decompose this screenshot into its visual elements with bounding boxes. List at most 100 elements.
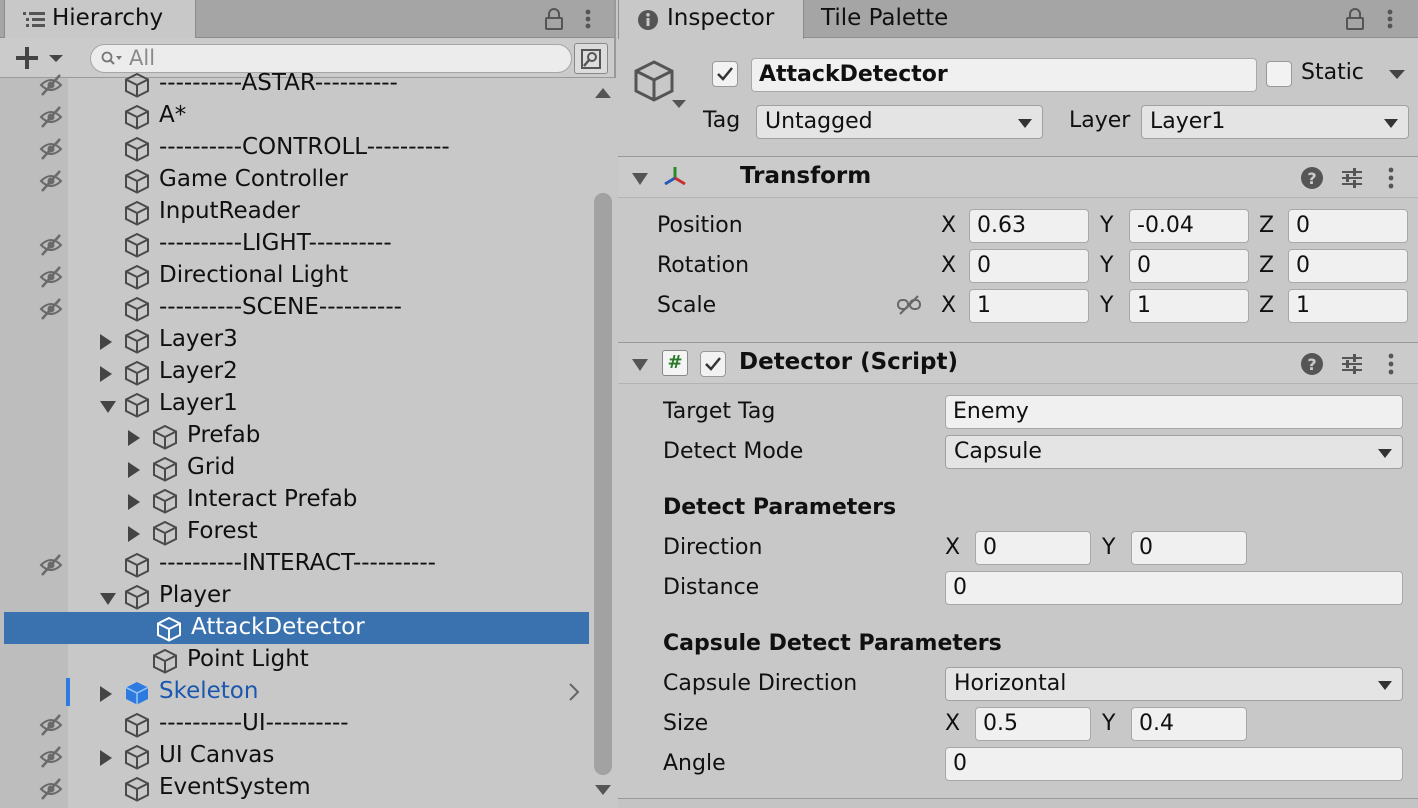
- foldout-collapsed-icon[interactable]: [128, 526, 140, 542]
- tab-tile-palette[interactable]: Tile Palette: [804, 0, 964, 38]
- rotation-y-field[interactable]: 0: [1129, 249, 1249, 283]
- size-y-field[interactable]: 0.4: [1131, 707, 1247, 741]
- hierarchy-row[interactable]: Prefab: [0, 420, 590, 452]
- hidden-eye-icon[interactable]: [38, 744, 64, 770]
- rotation-z-field[interactable]: 0: [1288, 249, 1408, 283]
- foldout-collapsed-icon[interactable]: [128, 462, 140, 478]
- hierarchy-row[interactable]: Game Controller: [0, 164, 590, 196]
- capsule-direction-dropdown[interactable]: Horizontal: [945, 667, 1403, 701]
- foldout-expanded-icon[interactable]: [100, 401, 116, 413]
- checkmark-icon: [717, 67, 733, 81]
- transform-icon: [664, 167, 686, 186]
- more-options-icon[interactable]: [580, 8, 596, 30]
- tab-inspector[interactable]: Inspector: [618, 0, 804, 39]
- tag-dropdown[interactable]: Untagged: [756, 105, 1043, 139]
- lock-icon[interactable]: [543, 8, 565, 30]
- hierarchy-row[interactable]: Layer2: [0, 356, 590, 388]
- hierarchy-row[interactable]: Forest: [0, 516, 590, 548]
- search-field[interactable]: All: [90, 44, 572, 73]
- detect-mode-dropdown[interactable]: Capsule: [945, 435, 1403, 469]
- rotation-x-field[interactable]: 0: [969, 249, 1089, 283]
- hierarchy-row[interactable]: Interact Prefab: [0, 484, 590, 516]
- static-checkbox[interactable]: [1266, 61, 1292, 87]
- hierarchy-row[interactable]: ----------LIGHT----------: [0, 228, 590, 260]
- foldout-collapsed-icon[interactable]: [128, 494, 140, 510]
- component-menu-icon[interactable]: [1383, 351, 1399, 377]
- scroll-up-icon[interactable]: [595, 88, 611, 100]
- static-dropdown-icon[interactable]: [1389, 68, 1405, 80]
- position-y-field[interactable]: -0.04: [1129, 209, 1249, 243]
- hidden-eye-icon[interactable]: [38, 232, 64, 258]
- hierarchy-row[interactable]: InputReader: [0, 196, 590, 228]
- foldout-collapsed-icon[interactable]: [100, 334, 112, 350]
- angle-field[interactable]: 0: [945, 747, 1403, 781]
- hierarchy-row[interactable]: EventSystem: [0, 772, 590, 804]
- unlinked-scale-icon[interactable]: [896, 294, 922, 316]
- direction-x-field[interactable]: 0: [975, 531, 1091, 565]
- hierarchy-row[interactable]: AttackDetector: [4, 612, 589, 644]
- foldout-collapsed-icon[interactable]: [100, 686, 112, 702]
- hierarchy-row[interactable]: Grid: [0, 452, 590, 484]
- svg-text:?: ?: [1307, 355, 1316, 374]
- search-placeholder: All: [129, 46, 156, 70]
- hidden-eye-icon[interactable]: [38, 104, 64, 130]
- transform-header[interactable]: Transform ?: [618, 156, 1418, 198]
- preset-icon[interactable]: [1339, 165, 1365, 191]
- active-checkbox[interactable]: [712, 61, 738, 87]
- more-options-icon[interactable]: [1382, 8, 1398, 30]
- direction-y-field[interactable]: 0: [1131, 531, 1247, 565]
- lock-icon[interactable]: [1344, 8, 1366, 30]
- component-menu-icon[interactable]: [1383, 165, 1399, 191]
- foldout-down-icon[interactable]: [632, 173, 648, 185]
- hierarchy-row[interactable]: Layer3: [0, 324, 590, 356]
- foldout-collapsed-icon[interactable]: [100, 366, 112, 382]
- detector-header[interactable]: # Detector (Script) ?: [618, 342, 1418, 384]
- detector-title: Detector (Script): [739, 349, 958, 375]
- hidden-eye-icon[interactable]: [38, 264, 64, 290]
- hidden-eye-icon[interactable]: [38, 72, 64, 98]
- scale-x-field[interactable]: 1: [969, 289, 1089, 323]
- foldout-expanded-icon[interactable]: [100, 593, 116, 605]
- size-x-field[interactable]: 0.5: [975, 707, 1091, 741]
- help-icon[interactable]: ?: [1299, 165, 1325, 191]
- hidden-eye-icon[interactable]: [38, 776, 64, 802]
- position-x-field[interactable]: 0.63: [969, 209, 1089, 243]
- foldout-collapsed-icon[interactable]: [128, 430, 140, 446]
- hidden-eye-icon[interactable]: [38, 168, 64, 194]
- target-tag-field[interactable]: Enemy: [945, 395, 1403, 429]
- hierarchy-row[interactable]: ----------INTERACT----------: [0, 548, 590, 580]
- open-prefab-arrow-icon[interactable]: [567, 682, 581, 702]
- distance-field[interactable]: 0: [945, 571, 1403, 605]
- hierarchy-row[interactable]: Directional Light: [0, 260, 590, 292]
- hierarchy-row[interactable]: ----------ASTAR----------: [0, 70, 590, 100]
- scale-z-field[interactable]: 1: [1288, 289, 1408, 323]
- preset-icon[interactable]: [1339, 351, 1365, 377]
- hierarchy-row[interactable]: Player: [0, 580, 590, 612]
- help-icon[interactable]: ?: [1299, 351, 1325, 377]
- object-name-field[interactable]: AttackDetector: [751, 58, 1257, 92]
- hidden-eye-icon[interactable]: [38, 712, 64, 738]
- hidden-eye-icon[interactable]: [38, 552, 64, 578]
- hidden-eye-icon[interactable]: [38, 296, 64, 322]
- hierarchy-row[interactable]: Layer1: [0, 388, 590, 420]
- hierarchy-row[interactable]: A*: [0, 100, 590, 132]
- hierarchy-row[interactable]: UI Canvas: [0, 740, 590, 772]
- scroll-down-icon[interactable]: [595, 783, 611, 795]
- layer-dropdown[interactable]: Layer1: [1141, 105, 1409, 139]
- foldout-down-icon[interactable]: [632, 359, 648, 371]
- tab-hierarchy[interactable]: Hierarchy: [4, 0, 196, 39]
- add-object-button[interactable]: [14, 46, 66, 70]
- hierarchy-row[interactable]: ----------UI----------: [0, 708, 590, 740]
- position-z-field[interactable]: 0: [1288, 209, 1408, 243]
- hierarchy-row[interactable]: ----------CONTROLL----------: [0, 132, 590, 164]
- hierarchy-scrollbar[interactable]: [590, 78, 616, 808]
- scroll-thumb[interactable]: [594, 193, 612, 775]
- detector-enabled-checkbox[interactable]: [700, 351, 726, 377]
- hidden-eye-icon[interactable]: [38, 136, 64, 162]
- foldout-collapsed-icon[interactable]: [100, 750, 112, 766]
- hierarchy-row[interactable]: ----------SCENE----------: [0, 292, 590, 324]
- hierarchy-row[interactable]: Point Light: [0, 644, 590, 676]
- scale-y-field[interactable]: 1: [1129, 289, 1249, 323]
- hierarchy-row[interactable]: Skeleton: [0, 676, 590, 708]
- info-icon: [638, 10, 658, 30]
